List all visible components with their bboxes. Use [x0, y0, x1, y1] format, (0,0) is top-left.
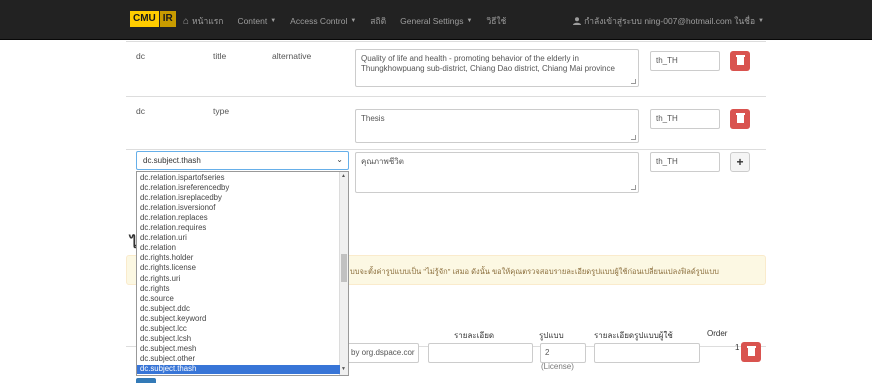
bitstream-format-input[interactable]: 2	[540, 343, 586, 363]
metadata-row: dc type Thesis th_TH	[126, 96, 766, 149]
trash-icon	[746, 346, 756, 356]
plus-icon: +	[736, 155, 744, 169]
dropdown-option[interactable]: dc.subject.other	[137, 355, 340, 364]
nav-item-help-label: วิธีใช้	[486, 16, 507, 26]
bitstream-description-input[interactable]: by org.dspace.cor	[346, 343, 419, 363]
user-menu-label: กำลังเข้าสู่ระบบ ning-007@hotmail.com ใน…	[584, 16, 756, 26]
language-input[interactable]: th_TH	[650, 109, 720, 129]
bitstream-format-name: (License)	[541, 362, 574, 371]
top-navbar: CMU IR ⌂ หน้าแรก Content ▼ Access Contro…	[0, 0, 872, 40]
dropdown-option[interactable]: dc.relation.ispartofseries	[137, 174, 340, 183]
column-header-user-format: รายละเอียดรูปแบบผู้ใช้	[594, 331, 673, 340]
add-field-button[interactable]: +	[730, 152, 750, 172]
delete-bitstream-button[interactable]	[741, 342, 761, 362]
nav-item-home[interactable]: ⌂ หน้าแรก	[183, 14, 223, 28]
dropdown-option[interactable]: dc.subject.ddc	[137, 305, 340, 314]
caret-down-icon: ▼	[270, 18, 277, 24]
bitstream-empty-input[interactable]	[428, 343, 533, 363]
row-qualifier: alternative	[272, 51, 312, 61]
metadata-row: dc title alternative Quality of life and…	[126, 41, 766, 96]
user-menu[interactable]: กำลังเข้าสู่ระบบ ning-007@hotmail.com ใน…	[573, 14, 764, 28]
caret-down-icon: ▼	[466, 18, 473, 24]
dropdown-option[interactable]: dc.rights.license	[137, 264, 340, 273]
row-schema: dc	[136, 51, 145, 61]
field-dropdown-list[interactable]: ▲ ▼ dc.relation.ispartofseries dc.relatio…	[136, 171, 349, 376]
trash-icon	[735, 55, 745, 65]
caret-down-icon: ▼	[758, 18, 764, 24]
scroll-down-icon[interactable]: ▼	[341, 366, 346, 372]
value-text: Thesis	[361, 114, 385, 123]
brand-ir-label: IR	[159, 11, 176, 27]
row-element: type	[213, 106, 230, 116]
brand-cmu-label: CMU	[130, 11, 159, 27]
nav-item-statistics-label: สถิติ	[370, 16, 387, 26]
chevron-down-icon: ⌄	[336, 155, 343, 164]
dropdown-option[interactable]: dc.subject.thash	[137, 364, 340, 374]
dropdown-option[interactable]: dc.rights.uri	[137, 275, 340, 284]
nav-item-statistics[interactable]: สถิติ	[370, 14, 386, 28]
dropdown-option[interactable]: dc.relation.isreplacedby	[137, 194, 340, 203]
dropdown-option[interactable]: dc.subject.mesh	[137, 345, 340, 354]
dropdown-option[interactable]: dc.relation.replaces	[137, 214, 340, 223]
nav-item-content[interactable]: Content ▼	[237, 14, 276, 28]
nav-item-general-settings-label: General Settings	[400, 16, 464, 26]
nav-item-help[interactable]: วิธีใช้	[486, 14, 506, 28]
trash-icon	[735, 113, 745, 123]
scroll-up-icon[interactable]: ▲	[341, 173, 346, 179]
nav-item-access-control-label: Access Control	[290, 16, 348, 26]
language-input[interactable]: th_TH	[650, 51, 720, 71]
dropdown-option[interactable]: dc.relation.isreferencedby	[137, 184, 340, 193]
dropdown-scrollbar[interactable]: ▲ ▼	[339, 172, 348, 375]
caret-down-icon: ▼	[350, 18, 357, 24]
bitstream-user-format-input[interactable]	[594, 343, 700, 363]
delete-button[interactable]	[730, 109, 750, 129]
brand-logo[interactable]: CMU IR	[130, 11, 176, 27]
warning-alert-text: บบจะตั้งค่ารูปแบบเป็น "ไม่รู้จัก" เสมอ ด…	[350, 267, 719, 276]
nav-menu: ⌂ หน้าแรก Content ▼ Access Control ▼ สถิ…	[183, 14, 506, 28]
dropdown-option[interactable]: dc.subject.keyword	[137, 315, 340, 324]
home-icon: ⌂	[183, 15, 190, 27]
dropdown-option[interactable]: dc.source	[137, 295, 340, 304]
column-header-description: รายละเอียด	[454, 331, 495, 340]
dropdown-option[interactable]: dc.subject.lcsh	[137, 335, 340, 344]
bitstream-order: 1	[735, 343, 740, 352]
nav-item-access-control[interactable]: Access Control ▼	[290, 14, 356, 28]
dropdown-option[interactable]: dc.relation.requires	[137, 224, 340, 233]
field-select[interactable]: dc.subject.thash ⌄	[136, 151, 349, 170]
nav-item-content-label: Content	[237, 16, 268, 26]
new-value-text: คุณภาพชีวิต	[361, 157, 404, 166]
resize-handle-icon[interactable]	[631, 79, 636, 84]
dropdown-option[interactable]: dc.relation.uri	[137, 234, 340, 243]
nav-item-home-label: หน้าแรก	[192, 16, 224, 26]
column-header-order: Order	[707, 329, 728, 338]
field-select-value: dc.subject.thash	[143, 156, 201, 165]
row-schema: dc	[136, 106, 145, 116]
column-header-format: รูปแบบ	[539, 331, 564, 340]
new-language-input[interactable]: th_TH	[650, 152, 720, 172]
dropdown-option[interactable]: dc.rights.holder	[137, 254, 340, 263]
resize-handle-icon[interactable]	[631, 185, 636, 190]
delete-button[interactable]	[730, 51, 750, 71]
value-text: Quality of life and health - promoting b…	[361, 54, 615, 73]
resize-handle-icon[interactable]	[631, 135, 636, 140]
dropdown-option[interactable]: dc.relation.isversionof	[137, 204, 340, 213]
nav-item-general-settings[interactable]: General Settings ▼	[400, 14, 472, 28]
scrollbar-thumb[interactable]	[341, 254, 347, 282]
dropdown-option[interactable]: dc.rights	[137, 285, 340, 294]
primary-button[interactable]	[136, 378, 156, 383]
dropdown-option[interactable]: dc.relation	[137, 244, 340, 253]
row-element: title	[213, 51, 227, 61]
value-textarea[interactable]: Thesis	[355, 109, 639, 143]
value-textarea[interactable]: Quality of life and health - promoting b…	[355, 49, 639, 87]
user-icon	[573, 17, 582, 25]
dropdown-option[interactable]: dc.subject.lcc	[137, 325, 340, 334]
new-value-textarea[interactable]: คุณภาพชีวิต	[355, 152, 639, 193]
